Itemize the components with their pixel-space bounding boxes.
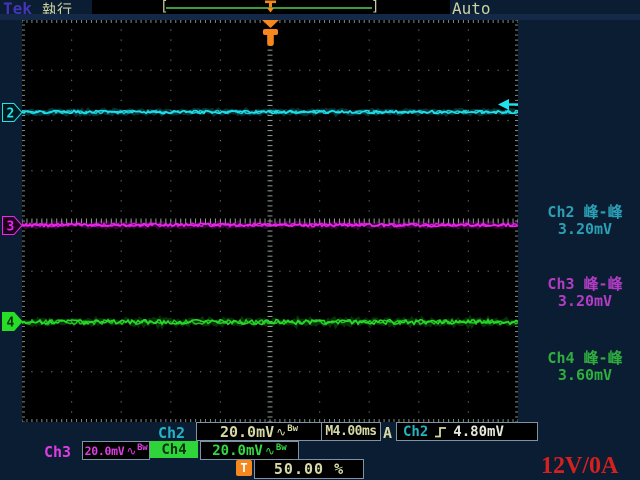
ch2-readout-label: Ch2 bbox=[158, 424, 185, 442]
graticule bbox=[22, 20, 518, 422]
ch3-scale-value: 20.0mV bbox=[85, 444, 125, 458]
ch3-bandwidth-icon: Bw bbox=[137, 443, 147, 453]
measurement-ch3-label: Ch3 峰-峰 bbox=[530, 276, 640, 293]
channel-4-marker-label: 4 bbox=[7, 316, 15, 331]
ch4-bandwidth-icon: Bw bbox=[276, 443, 287, 453]
channel-3-marker: 3 bbox=[2, 216, 23, 235]
trigger-position-flag-icon bbox=[261, 20, 280, 47]
ch4-coupling-icon: ∿ bbox=[265, 444, 275, 458]
ch2-coupling-icon: ∿ bbox=[276, 425, 286, 439]
channel-3-marker-label: 3 bbox=[7, 220, 15, 235]
trigger-source: Ch2 bbox=[403, 424, 428, 440]
ch4-scale-value: 20.0mV bbox=[212, 443, 263, 459]
record-window-left-bracket: [ bbox=[160, 0, 168, 15]
timebase-readout: M4.00ms bbox=[321, 422, 381, 441]
measurement-ch2-label: Ch2 峰-峰 bbox=[530, 204, 640, 221]
timebase-value: M4.00ms bbox=[325, 424, 376, 439]
ch3-scale-readout: 20.0mV∿Bw bbox=[82, 441, 150, 460]
grid-and-traces bbox=[22, 20, 518, 422]
ch4-scale-readout: 20.0mV∿Bw bbox=[200, 441, 299, 460]
trigger-readout: Ch2 4.80mV bbox=[396, 422, 538, 441]
channel-2-marker-label: 2 bbox=[7, 107, 15, 122]
trigger-position-readout: 50.00 % bbox=[254, 459, 364, 479]
channel-4-marker: 4 bbox=[2, 312, 23, 331]
trigger-system-label: A bbox=[383, 424, 392, 442]
measurement-ch4-label: Ch4 峰-峰 bbox=[530, 350, 640, 367]
rising-edge-icon bbox=[434, 425, 447, 439]
ch2-scale-value: 20.0mV bbox=[220, 423, 274, 441]
measurement-ch4-peak-to-peak: Ch4 峰-峰 3.60mV bbox=[530, 350, 640, 384]
aux-voltage-current-display: 12V/0A bbox=[541, 453, 618, 480]
channel-2-marker: 2 bbox=[2, 103, 23, 122]
measurement-ch4-value: 3.60mV bbox=[530, 367, 640, 384]
measurement-ch3-value: 3.20mV bbox=[530, 293, 640, 310]
ch3-coupling-icon: ∿ bbox=[126, 444, 136, 458]
record-window-right-bracket: ] bbox=[371, 0, 379, 15]
ch2-bandwidth-icon: Bw bbox=[287, 424, 298, 434]
ch3-readout-label: Ch3 bbox=[44, 443, 71, 461]
trigger-level-arrow-icon bbox=[498, 98, 518, 111]
measurement-ch2-peak-to-peak: Ch2 峰-峰 3.20mV bbox=[530, 204, 640, 238]
trigger-position-badge-icon: T bbox=[236, 460, 252, 476]
trigger-position-icon bbox=[264, 0, 277, 13]
ch4-readout-label-selected: Ch4 bbox=[150, 441, 198, 458]
measurement-ch3-peak-to-peak: Ch3 峰-峰 3.20mV bbox=[530, 276, 640, 310]
oscilloscope-screen: Tek 執行 [ ] Auto 2 3 4 Ch2 峰-峰 3.20mV bbox=[0, 0, 640, 480]
measurement-ch2-value: 3.20mV bbox=[530, 221, 640, 238]
trigger-position-value: 50.00 % bbox=[274, 460, 344, 478]
ch2-scale-readout: 20.0mV∿Bw bbox=[196, 422, 322, 441]
trigger-level-value: 4.80mV bbox=[453, 424, 504, 440]
